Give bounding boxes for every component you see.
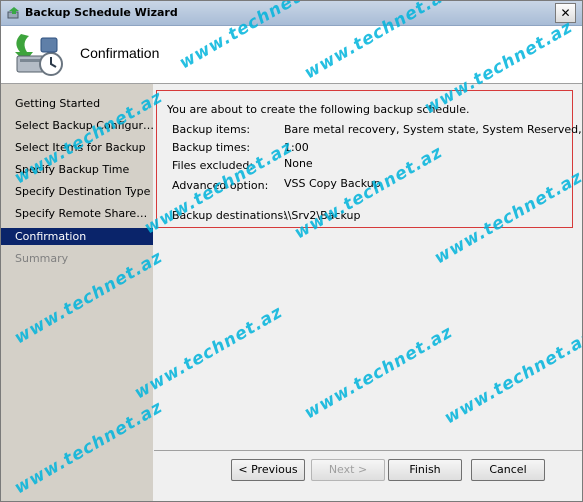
sidebar-item-summary: Summary <box>15 252 69 265</box>
wizard-header: Confirmation <box>1 26 582 84</box>
sidebar-item-select-backup-configuration[interactable]: Select Backup Configur… <box>1 117 153 134</box>
next-button: Next > <box>311 459 385 481</box>
backup-times-label: Backup times: <box>172 141 251 154</box>
confirmation-content: You are about to create the following ba… <box>154 84 582 501</box>
sidebar-item-specify-destination-type[interactable]: Specify Destination Type <box>1 183 153 200</box>
sidebar-item-select-items-for-backup[interactable]: Select Items for Backup <box>1 139 153 156</box>
button-area-divider <box>154 450 582 451</box>
sidebar-item-specify-backup-time[interactable]: Specify Backup Time <box>1 161 153 178</box>
sidebar-item-confirmation[interactable]: Confirmation <box>1 228 153 245</box>
backup-destinations-label: Backup destinations: <box>172 209 287 222</box>
backup-items-label: Backup items: <box>172 123 251 136</box>
files-excluded-value: None <box>284 157 313 170</box>
sidebar-item-getting-started[interactable]: Getting Started <box>1 95 153 112</box>
close-button[interactable]: ✕ <box>555 3 576 23</box>
backup-items-value: Bare metal recovery, System state, Syste… <box>284 123 583 136</box>
wizard-steps-sidebar: Getting Started Select Backup Configur… … <box>1 84 153 501</box>
backup-destinations-value: \\Srv2\Backup <box>284 209 361 222</box>
finish-button[interactable]: Finish <box>388 459 462 481</box>
backup-app-icon <box>7 7 19 19</box>
window-title: Backup Schedule Wizard <box>25 6 178 19</box>
wizard-window: Backup Schedule Wizard ✕ Confirmation Ge… <box>0 0 583 502</box>
backup-wizard-icon <box>15 34 63 76</box>
backup-times-value: 1:00 <box>284 141 309 154</box>
previous-button[interactable]: < Previous <box>231 459 305 481</box>
page-title: Confirmation <box>80 45 160 61</box>
intro-text: You are about to create the following ba… <box>167 103 470 116</box>
cancel-button[interactable]: Cancel <box>471 459 545 481</box>
sidebar-item-specify-remote-share[interactable]: Specify Remote Share… <box>1 205 153 222</box>
advanced-option-label: Advanced option: <box>172 179 269 192</box>
title-bar[interactable]: Backup Schedule Wizard ✕ <box>1 1 582 26</box>
files-excluded-label: Files excluded: <box>172 159 254 172</box>
advanced-option-value: VSS Copy Backup <box>284 177 381 190</box>
schedule-summary-box: You are about to create the following ba… <box>156 90 582 228</box>
